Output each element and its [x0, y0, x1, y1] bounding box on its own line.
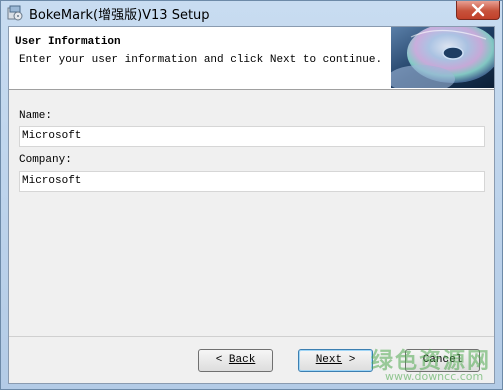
setup-icon [7, 5, 23, 21]
name-field[interactable]: Microsoft [19, 126, 485, 147]
back-arrow-icon: < [215, 354, 223, 366]
cd-disc-image [391, 27, 494, 88]
page-title: User Information [15, 36, 121, 48]
close-icon [471, 3, 485, 17]
wizard-header: User Information Enter your user informa… [9, 27, 494, 90]
name-label: Name: [19, 110, 53, 122]
next-button[interactable]: Next > [298, 349, 373, 372]
watermark-url: www.downcc.com [385, 370, 484, 383]
page-subtitle: Enter your user information and click Ne… [19, 54, 383, 66]
next-button-label: Next [315, 354, 343, 366]
back-button-label: Back [228, 354, 256, 366]
window-title: BokeMark(增强版)V13 Setup [29, 8, 210, 23]
title-bar[interactable]: BokeMark(增强版)V13 Setup [1, 1, 502, 26]
company-field[interactable]: Microsoft [19, 171, 485, 192]
back-button[interactable]: < Back [198, 349, 273, 372]
close-button[interactable] [456, 1, 500, 20]
next-arrow-icon: > [348, 354, 356, 366]
company-label: Company: [19, 154, 72, 166]
setup-window: BokeMark(增强版)V13 Setup User Information … [0, 0, 503, 390]
dialog-client: User Information Enter your user informa… [8, 26, 495, 384]
footer-divider [9, 336, 494, 337]
